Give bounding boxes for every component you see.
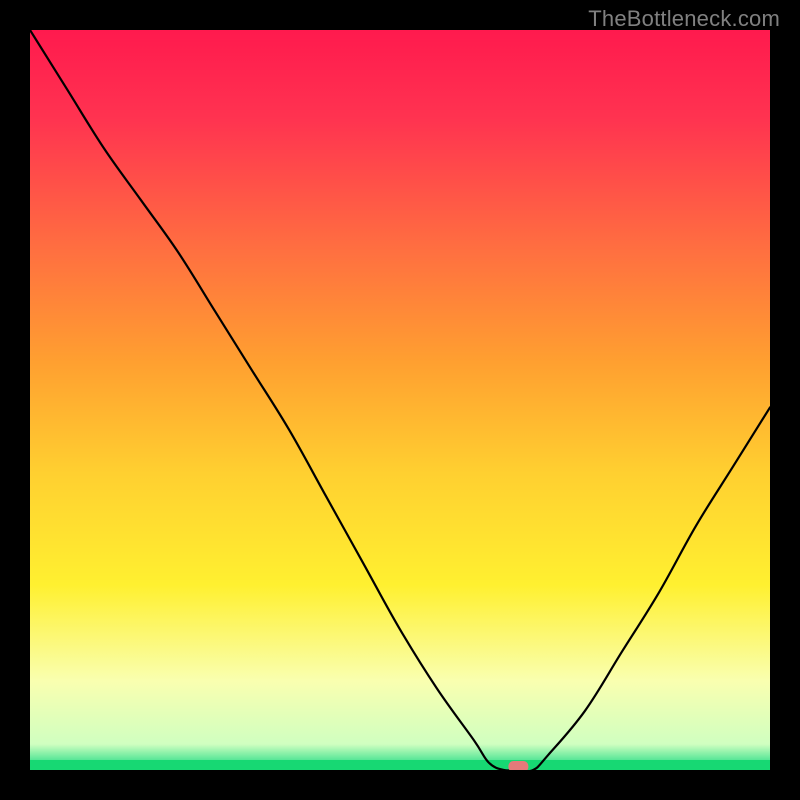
- bottleneck-chart: [30, 30, 770, 770]
- chart-frame: TheBottleneck.com: [0, 0, 800, 800]
- optimal-point-marker: [508, 761, 528, 770]
- gradient-background: [30, 30, 770, 770]
- attribution-label: TheBottleneck.com: [588, 6, 780, 32]
- plot-area: [30, 30, 770, 770]
- green-baseline-band: [30, 760, 770, 770]
